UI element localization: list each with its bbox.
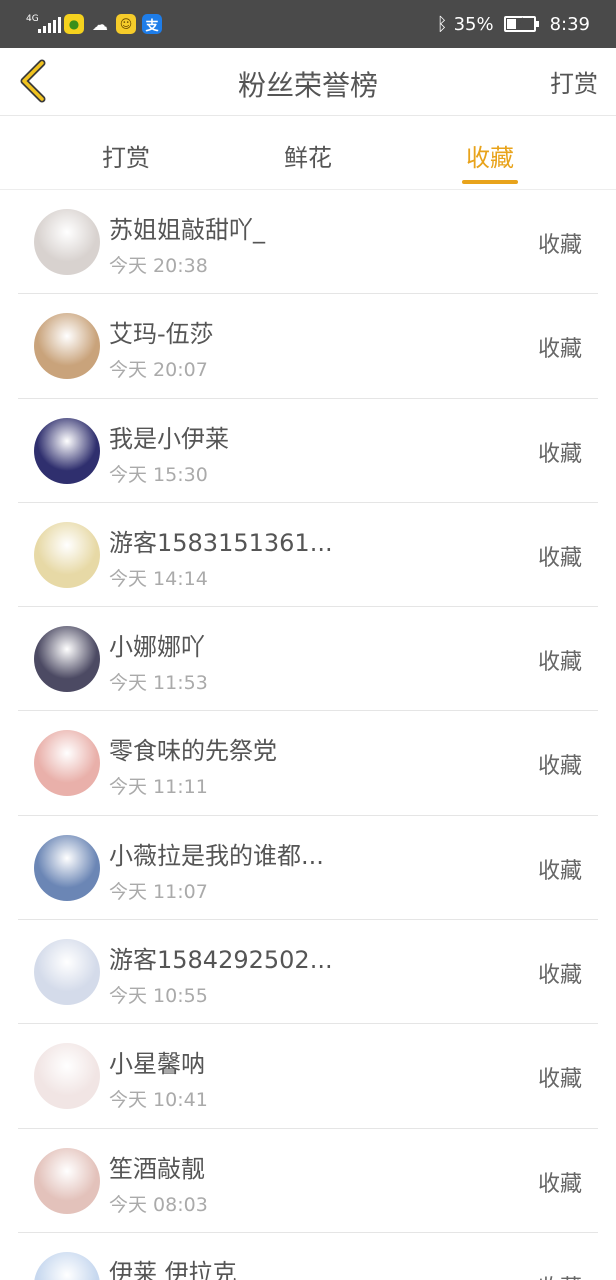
tab-favorites[interactable]: 收藏 (430, 138, 550, 173)
row-action-label: 收藏 (537, 858, 582, 884)
avatar[interactable] (34, 834, 100, 901)
fan-time: 今天 10:41 (109, 1089, 208, 1112)
fan-time: 今天 08:03 (109, 1193, 208, 1216)
row-action-label: 收藏 (537, 1067, 582, 1093)
fan-time: 今天 11:07 (109, 880, 208, 903)
fan-list: 苏姐姐敲甜吖_ 今天 20:38 收藏 艾玛-伍莎 今天 20:07 收藏 我是小伊莱 今天 … (0, 190, 616, 1280)
avatar[interactable] (34, 1043, 100, 1110)
avatar[interactable] (34, 313, 100, 380)
row-action-label: 收藏 (537, 963, 582, 989)
alipay-icon: 支 (142, 14, 162, 34)
fan-time: 今天 20:07 (109, 359, 208, 382)
list-item[interactable]: 小娜娜吖今天 11:53 收藏 (0, 607, 616, 712)
bluetooth-icon: ᛒ (436, 13, 448, 35)
row-action-label: 收藏 (538, 1270, 582, 1280)
page-title: 粉丝荣誉榜 (237, 69, 378, 102)
fan-name: 零食味的先祭党 (109, 737, 277, 766)
list-item[interactable]: 艾玛-伍莎今天 20:07 收藏 (0, 294, 616, 399)
row-action-label: 收藏 (537, 545, 582, 571)
fan-time: 今天 20:38 (109, 255, 208, 277)
row-action-label: 收藏 (537, 1171, 582, 1197)
app-icon: ☺ (116, 14, 136, 34)
tab-bar: 打赏 鲜花 收藏 (0, 116, 616, 190)
fan-name: 苏姐姐敲甜吖_ (109, 216, 265, 244)
fan-name: 小薇拉是我的谁都... (109, 841, 324, 870)
clock: 8:39 (549, 13, 590, 35)
fan-name: 游客1584292502... (109, 946, 333, 975)
row-action-label: 收藏 (537, 233, 582, 258)
avatar[interactable] (34, 939, 100, 1006)
list-item[interactable]: 小薇拉是我的谁都... 今天 11:07 收藏 (0, 816, 616, 921)
avatar[interactable] (34, 626, 100, 693)
battery-icon: ⚡ (503, 15, 539, 32)
fan-name: 艾玛-伍莎 (109, 320, 214, 349)
list-item[interactable]: 小星馨呐今天 10:41 收藏 (0, 1024, 616, 1129)
tab-reward[interactable]: 打赏 (66, 138, 186, 173)
fan-time: 今天 15:30 (109, 463, 208, 486)
fan-name: 小娜娜吖 (109, 633, 205, 662)
avatar[interactable] (34, 209, 100, 275)
row-action-label: 收藏 (537, 650, 582, 676)
list-item[interactable]: 游客1584292502... 今天 10:55 收藏 (0, 920, 616, 1025)
fan-name: 游客1583151361... (109, 528, 333, 557)
fan-time: 今天 14:14 (109, 567, 208, 590)
active-tab-indicator (462, 180, 518, 184)
tab-flowers[interactable]: 鲜花 (248, 138, 368, 173)
network-type: 4G (26, 14, 39, 24)
battery-percent: 35% (453, 13, 494, 35)
reward-button[interactable]: 打赏 (550, 64, 598, 99)
list-item[interactable]: 笙酒敲靓今天 08:03 收藏 (0, 1129, 616, 1233)
status-bar-right: ᛒ 35% ⚡ 8:39 (437, 11, 590, 37)
list-item[interactable]: 零食味的先祭党今天 11:11 收藏 (0, 711, 616, 816)
status-bar-left: 4G ● ☁ ☺ 支 (26, 12, 162, 36)
avatar[interactable] (34, 1147, 100, 1214)
row-action-label: 收藏 (537, 337, 582, 363)
wechat-icon: ☁ (92, 14, 108, 34)
header: 粉丝荣誉榜 打赏 (0, 48, 616, 116)
row-action-label: 收藏 (537, 754, 582, 780)
list-item[interactable]: 伊莱 伊拉克收藏 (0, 1233, 616, 1280)
avatar[interactable] (34, 730, 100, 797)
status-bar: 4G ● ☁ ☺ 支 ᛒ 35% ⚡ 8:39 (0, 0, 616, 48)
list-item[interactable]: 苏姐姐敲甜吖_ 今天 20:38 收藏 (0, 190, 616, 295)
signal-icon: 4G (26, 13, 61, 35)
app-icon: ● (64, 14, 84, 34)
fan-name: 笙酒敲靓 (109, 1154, 205, 1183)
row-action-label: 收藏 (537, 441, 582, 467)
fan-name: 小星馨呐 (109, 1050, 205, 1079)
list-item[interactable]: 游客1583151361... 今天 14:14 收藏 (0, 503, 616, 608)
avatar[interactable] (34, 417, 100, 484)
fan-time: 今天 11:53 (109, 672, 208, 695)
fan-time: 今天 11:11 (109, 776, 208, 799)
fan-name: 伊莱 伊拉克 (109, 1258, 237, 1280)
list-item[interactable]: 我是小伊莱今天 15:30 收藏 (0, 399, 616, 503)
fan-name: 我是小伊莱 (109, 424, 229, 453)
fan-time: 今天 10:55 (109, 985, 208, 1008)
avatar[interactable] (34, 521, 100, 588)
avatar[interactable] (34, 1251, 100, 1280)
